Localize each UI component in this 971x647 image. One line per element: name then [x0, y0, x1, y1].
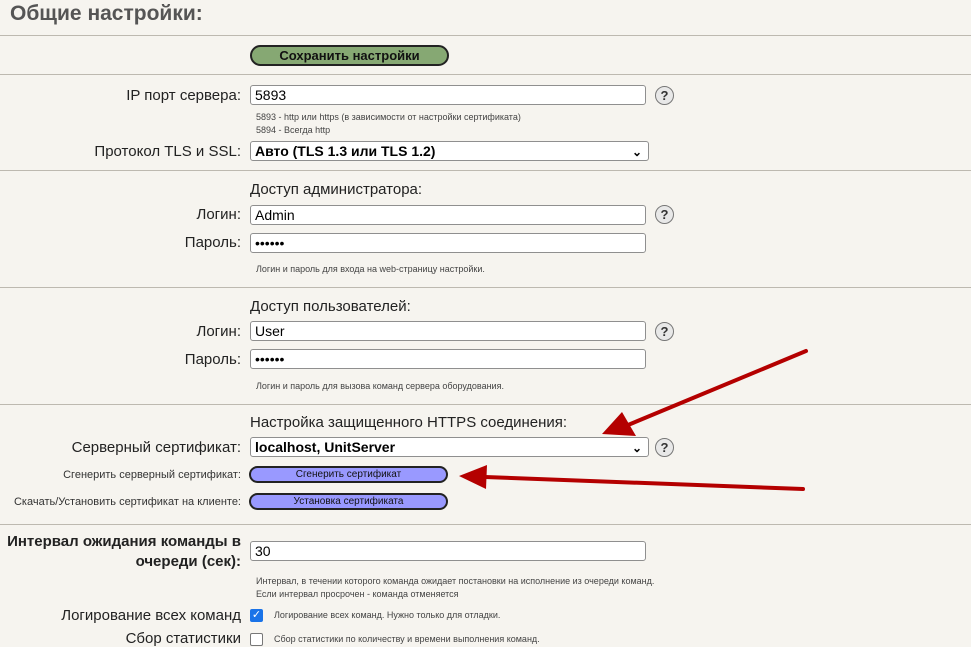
- install-certificate-label: Скачать/Установить сертификат на клиенте…: [13, 496, 241, 508]
- statistics-label: Сбор статистики: [125, 630, 241, 647]
- chevron-down-icon: ⌄: [631, 441, 642, 455]
- logging-label: Логирование всех команд: [61, 607, 241, 624]
- admin-login-input[interactable]: Admin: [250, 205, 646, 225]
- admin-password-input[interactable]: ••••••: [250, 233, 646, 253]
- port-hint-https: 5893 - http или https (в зависимости от …: [256, 112, 521, 122]
- statistics-checkbox[interactable]: [250, 633, 263, 646]
- admin-access-title: Доступ администратора:: [250, 181, 423, 198]
- admin-password-label: Пароль:: [184, 234, 241, 251]
- section-divider: [0, 170, 971, 171]
- server-port-label: IP порт сервера:: [126, 87, 241, 104]
- server-port-input[interactable]: 5893: [250, 85, 646, 105]
- queue-interval-hint-1: Интервал, в течении которого команда ожи…: [256, 576, 655, 586]
- tls-protocol-label: Протокол TLS и SSL:: [94, 143, 241, 160]
- users-login-label: Логин:: [196, 323, 242, 340]
- users-login-input[interactable]: User: [250, 321, 646, 341]
- https-settings-title: Настройка защищенного HTTPS соединения:: [250, 414, 568, 431]
- logging-checkbox[interactable]: ✓: [250, 609, 263, 622]
- question-circle-icon[interactable]: ?: [655, 86, 674, 105]
- arrow-to-generate-button: [459, 465, 805, 491]
- section-divider: [0, 35, 971, 36]
- server-certificate-select[interactable]: localhost, UnitServer ⌄: [250, 437, 649, 457]
- users-password-input[interactable]: ••••••: [250, 349, 646, 369]
- generate-certificate-button[interactable]: Сгенерить сертификат: [249, 466, 448, 483]
- tls-protocol-select[interactable]: Авто (TLS 1.3 или TLS 1.2) ⌄: [250, 141, 649, 161]
- chevron-down-icon: ⌄: [631, 145, 642, 159]
- users-access-title: Доступ пользователей:: [250, 298, 411, 315]
- section-divider: [0, 287, 971, 288]
- section-divider: [0, 74, 971, 75]
- server-certificate-label: Серверный сертификат:: [71, 439, 241, 456]
- checkmark-icon: ✓: [251, 609, 262, 621]
- queue-interval-label: Интервал ожидания команды в очереди (сек…: [7, 532, 241, 572]
- users-access-hint: Логин и пароль для вызова команд сервера…: [256, 381, 504, 391]
- admin-login-label: Логин:: [196, 206, 242, 223]
- logging-hint: Логирование всех команд. Нужно только дл…: [274, 610, 501, 620]
- admin-access-hint: Логин и пароль для входа на web-страницу…: [256, 264, 485, 274]
- question-circle-icon[interactable]: ?: [655, 205, 674, 224]
- question-circle-icon[interactable]: ?: [655, 438, 674, 457]
- queue-interval-input[interactable]: 30: [250, 541, 646, 561]
- queue-interval-hint-2: Если интервал просрочен - команда отменя…: [256, 589, 459, 599]
- generate-certificate-label: Сгенерить серверный сертификат:: [63, 469, 241, 481]
- install-certificate-button[interactable]: Установка сертификата: [249, 493, 448, 510]
- section-divider: [0, 524, 971, 525]
- statistics-hint: Сбор статистики по количеству и времени …: [274, 634, 540, 644]
- page-title: Общие настройки:: [10, 2, 203, 25]
- users-password-label: Пароль:: [184, 351, 241, 368]
- port-hint-http: 5894 - Всегда http: [256, 125, 331, 135]
- question-circle-icon[interactable]: ?: [655, 322, 674, 341]
- queue-interval-label-line1: Интервал ожидания команды в: [7, 533, 241, 550]
- save-settings-button[interactable]: Сохранить настройки: [250, 45, 449, 66]
- queue-interval-label-line2: очереди (сек):: [135, 553, 241, 570]
- section-divider: [0, 404, 971, 405]
